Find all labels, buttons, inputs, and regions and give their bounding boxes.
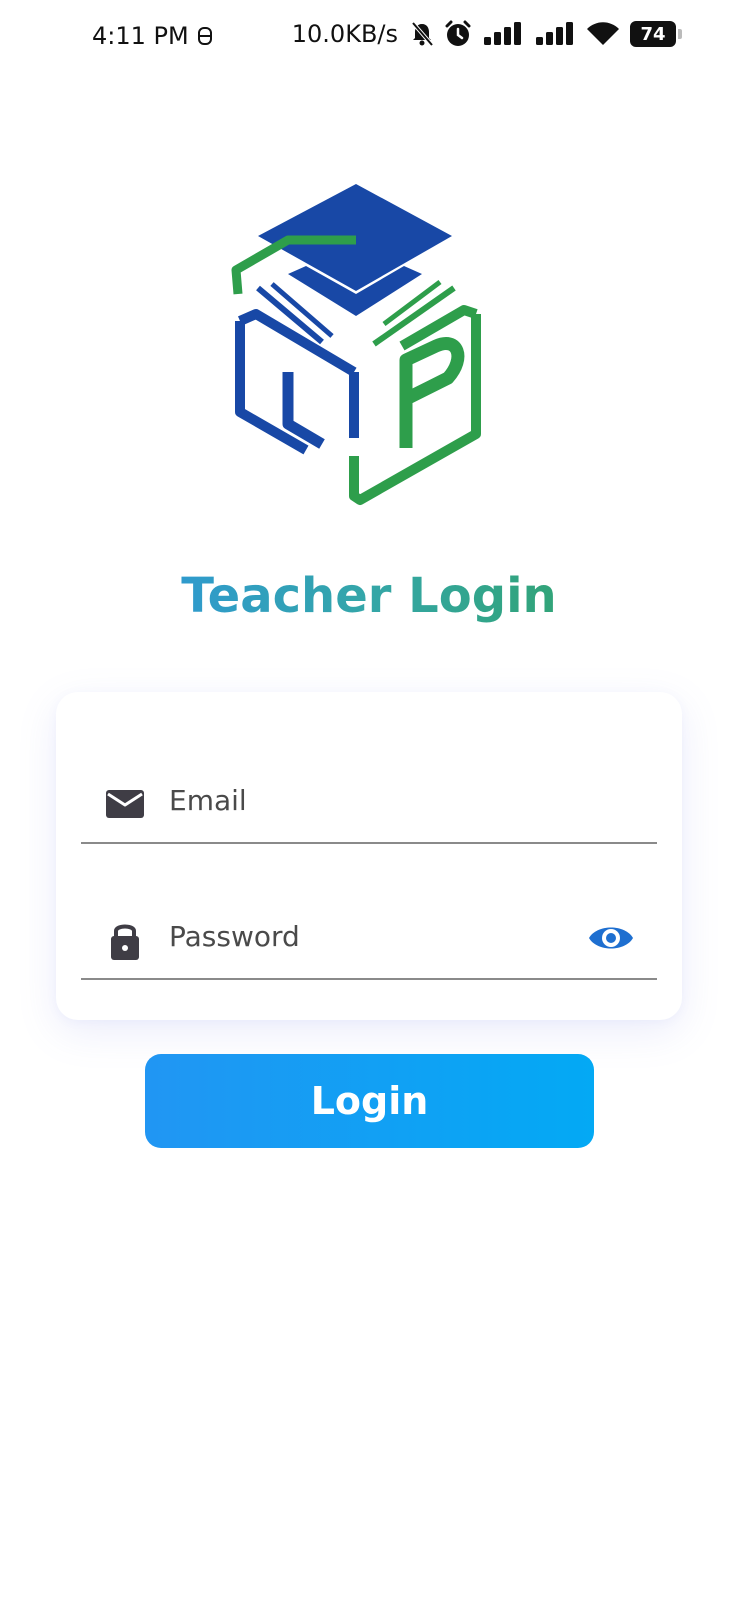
status-time: 4:11 PM xyxy=(92,22,189,50)
network-speed: 10.0KB/s xyxy=(291,20,398,48)
login-card xyxy=(56,692,682,1020)
battery-indicator: 74 xyxy=(630,21,682,47)
mail-icon xyxy=(106,790,144,818)
password-field-group xyxy=(81,884,657,980)
page-title: Teacher Login xyxy=(0,568,738,624)
app-logo xyxy=(231,184,481,505)
signal-icon-2 xyxy=(536,22,573,45)
status-right-group: 10.0KB/s 74 xyxy=(291,20,682,48)
alarm-icon xyxy=(445,20,471,46)
eye-icon[interactable] xyxy=(587,914,635,962)
wifi-icon xyxy=(587,22,619,45)
email-input[interactable] xyxy=(169,774,569,826)
status-time-group: 4:11 PM xyxy=(92,22,213,50)
battery-level: 74 xyxy=(640,23,666,45)
notification-icon xyxy=(197,27,212,45)
signal-icon xyxy=(484,22,521,45)
login-button[interactable]: Login xyxy=(145,1054,594,1148)
lock-icon xyxy=(111,924,139,960)
status-bar: 4:11 PM 10.0KB/s 74 xyxy=(0,0,738,70)
password-input[interactable] xyxy=(169,910,569,962)
bell-off-icon xyxy=(411,21,434,47)
email-field-group xyxy=(81,748,657,844)
